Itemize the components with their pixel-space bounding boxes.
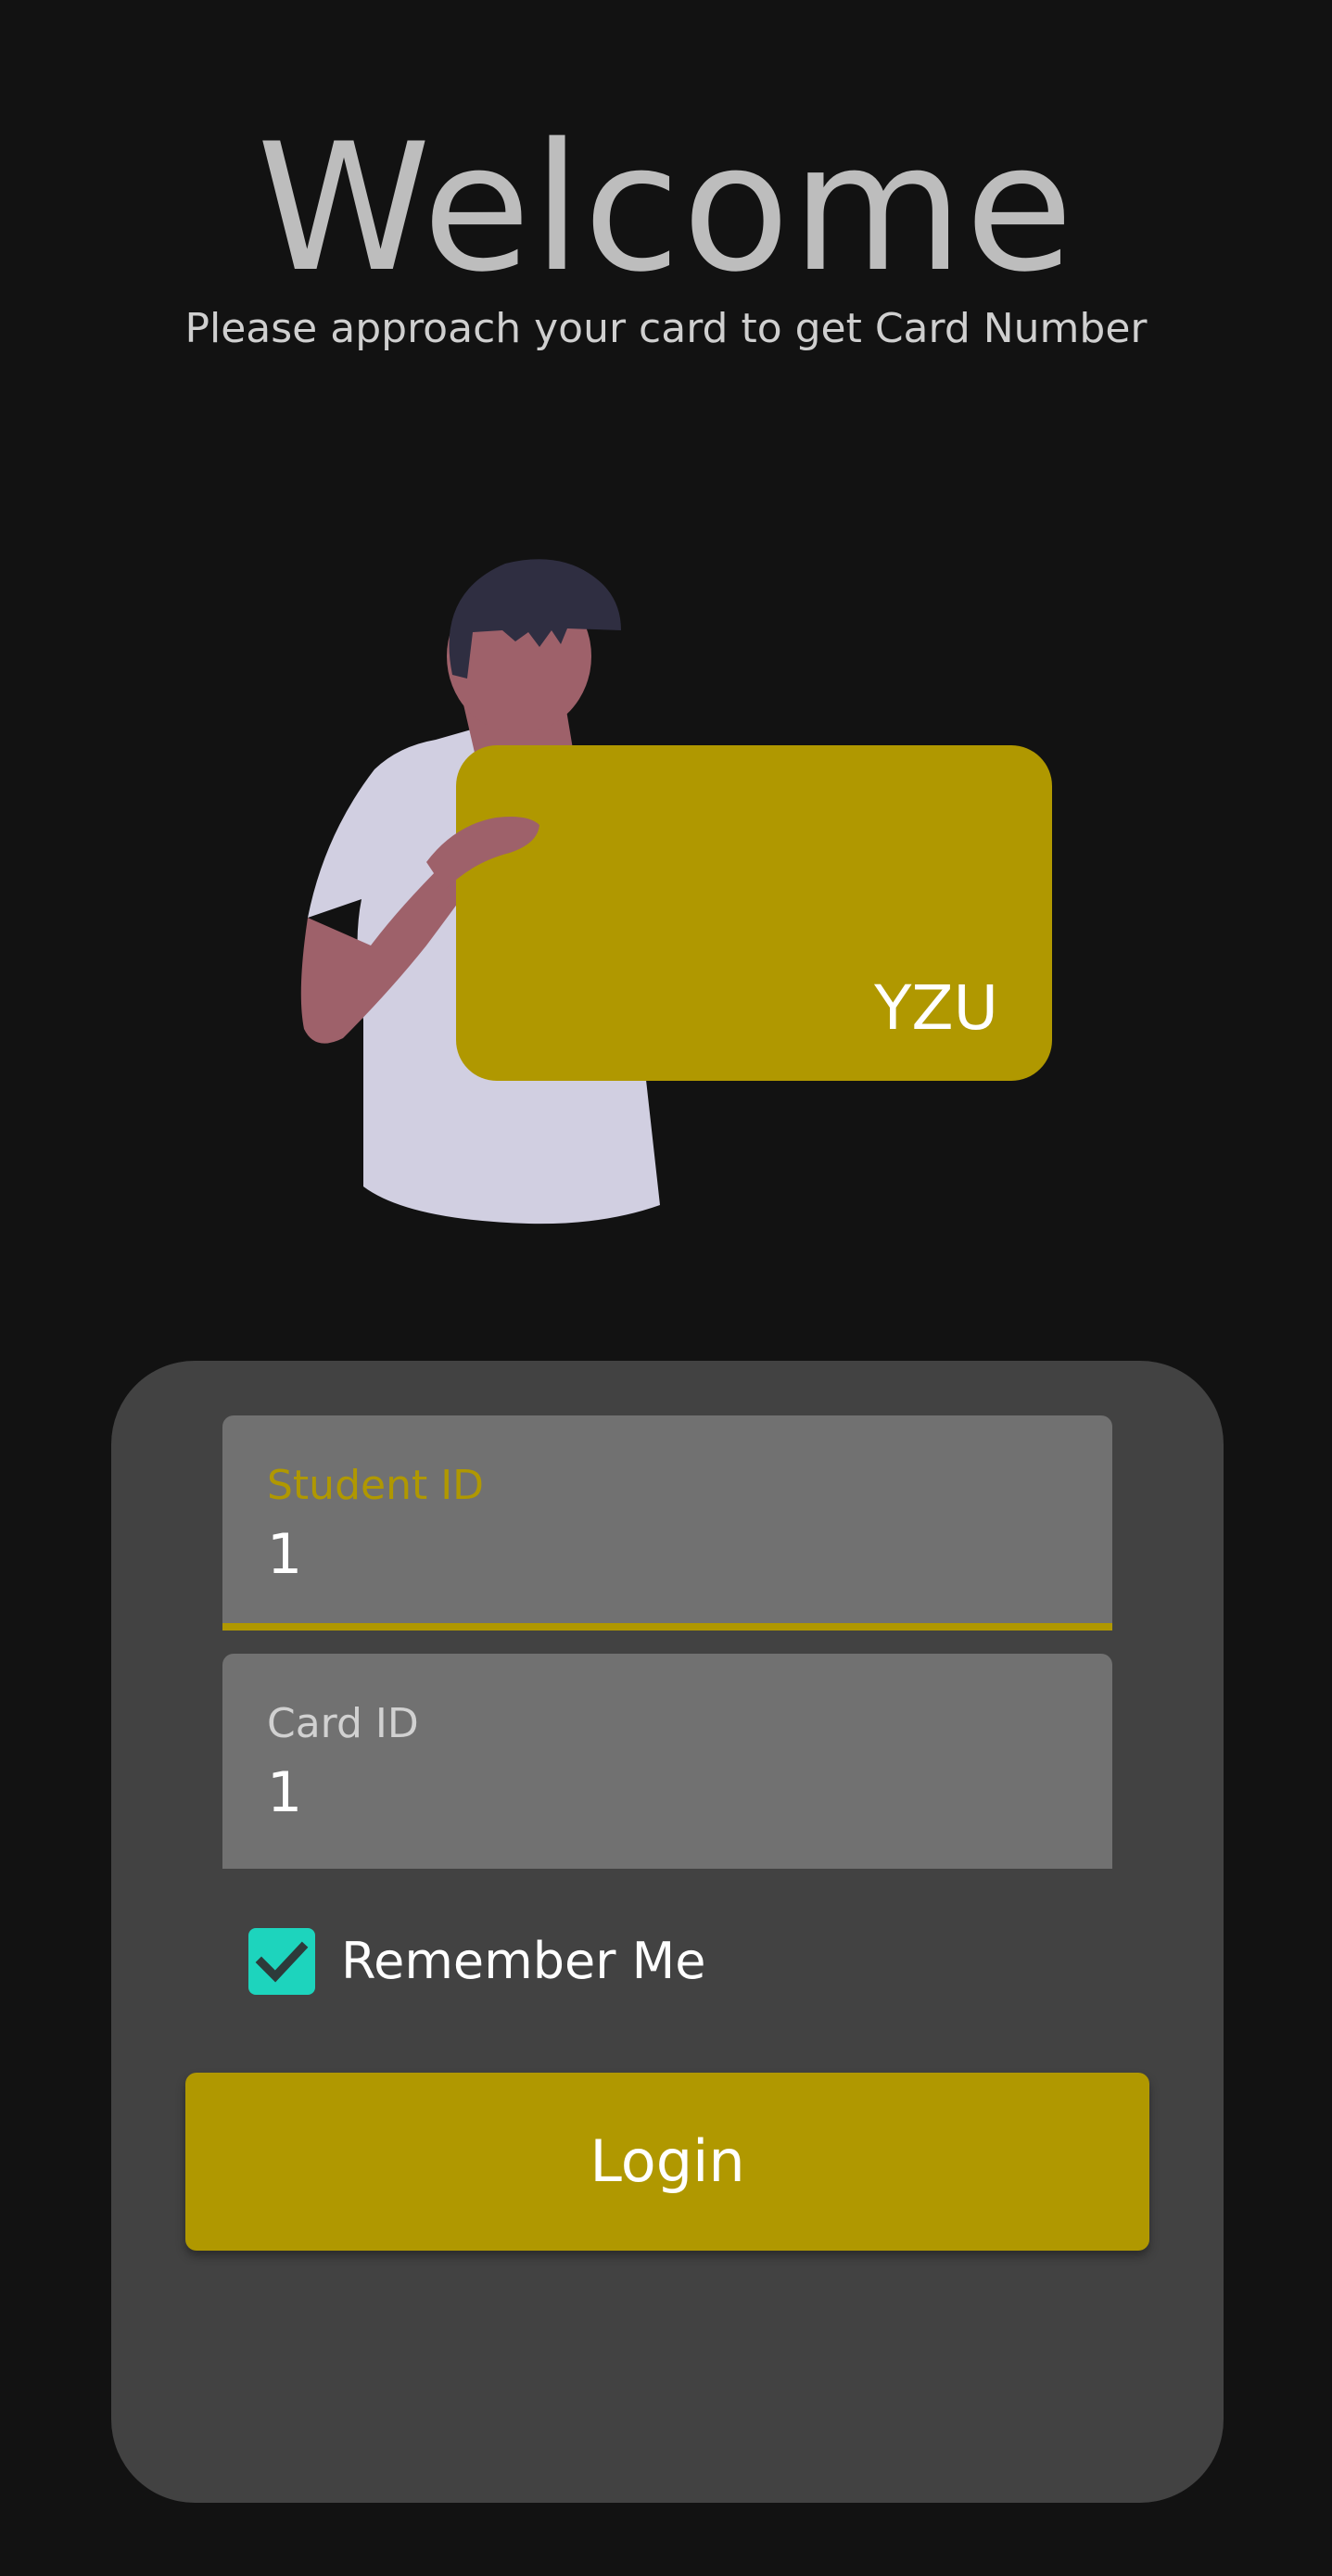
remember-me-label[interactable]: Remember Me xyxy=(341,1928,705,1995)
student-id-label: Student ID xyxy=(267,1462,485,1509)
card-brand-label: YZU xyxy=(874,972,998,1044)
checkmark-icon xyxy=(255,1941,309,1983)
remember-me-checkbox[interactable] xyxy=(248,1928,315,1995)
login-button[interactable]: Login xyxy=(185,2073,1149,2251)
login-screen: Welcome Please approach your card to get… xyxy=(0,0,1332,2576)
page-title: Welcome xyxy=(256,106,1076,311)
card-id-field[interactable]: Card ID 1 xyxy=(222,1654,1112,1869)
person-holding-card-illustration xyxy=(300,559,1052,1225)
student-id-field[interactable]: Student ID 1 xyxy=(222,1415,1112,1631)
page-subtitle: Please approach your card to get Card Nu… xyxy=(184,305,1148,352)
card-id-value[interactable]: 1 xyxy=(267,1758,302,1828)
student-id-value[interactable]: 1 xyxy=(267,1519,302,1590)
card-id-label: Card ID xyxy=(267,1700,419,1747)
